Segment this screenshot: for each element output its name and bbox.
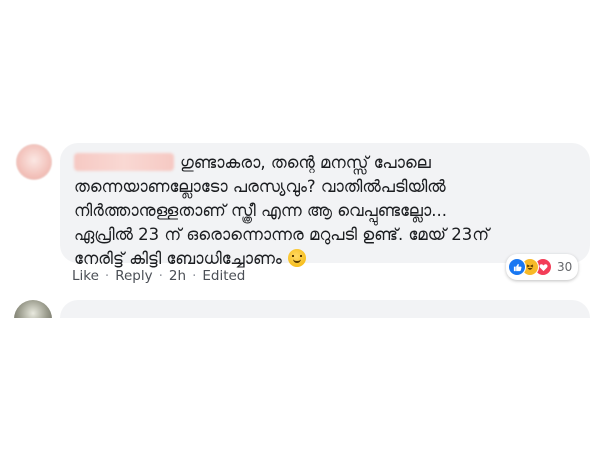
- reactions-summary[interactable]: 30: [506, 254, 579, 280]
- reaction-count: 30: [557, 260, 573, 274]
- separator: ·: [158, 268, 163, 284]
- comment-line-3: നിർത്താനുള്ളതാണ് സ്ത്രീ എന്ന ആ വെപ്പുണ്ട…: [74, 201, 447, 220]
- separator: ·: [192, 268, 197, 284]
- like-icon: [508, 258, 526, 276]
- comment-line-1-text: ഗുണ്ടാകരാ, തന്റെ മനസ്സ് പോലെ: [180, 153, 431, 172]
- page-blank-area: [0, 318, 600, 450]
- separator: ·: [104, 268, 110, 284]
- comment-line-2: തന്നെയാണല്ലോടോ പരസ്യവും? വാതിൽപടിയിൽ: [74, 177, 446, 196]
- reply-link[interactable]: Reply: [115, 268, 152, 284]
- redacted-commenter-name[interactable]: [74, 153, 174, 171]
- timestamp-link[interactable]: 2h: [169, 268, 186, 284]
- like-link[interactable]: Like: [72, 268, 99, 284]
- comment-line-4: ഏപ്രിൽ 23 ന് ഒരൊന്നൊന്നര മറുപടി ഉണ്ട്. മ…: [74, 225, 490, 244]
- smiling-face-emoji-icon: [287, 249, 306, 267]
- edited-link[interactable]: Edited: [202, 268, 245, 284]
- comment-line-5-text: നേരിട്ട് കിട്ടി ബോധിച്ചോണം: [74, 249, 282, 268]
- comment-bubble: ഗുണ്ടാകരാ, തന്റെ മനസ്സ് പോലെ തന്നെയാണല്ല…: [60, 143, 590, 268]
- comment-line-1: ഗുണ്ടാകരാ, തന്റെ മനസ്സ് പോലെ: [74, 151, 576, 175]
- commenter-avatar[interactable]: [16, 144, 52, 180]
- comment-actions: Like · Reply · 2h · Edited: [72, 268, 245, 284]
